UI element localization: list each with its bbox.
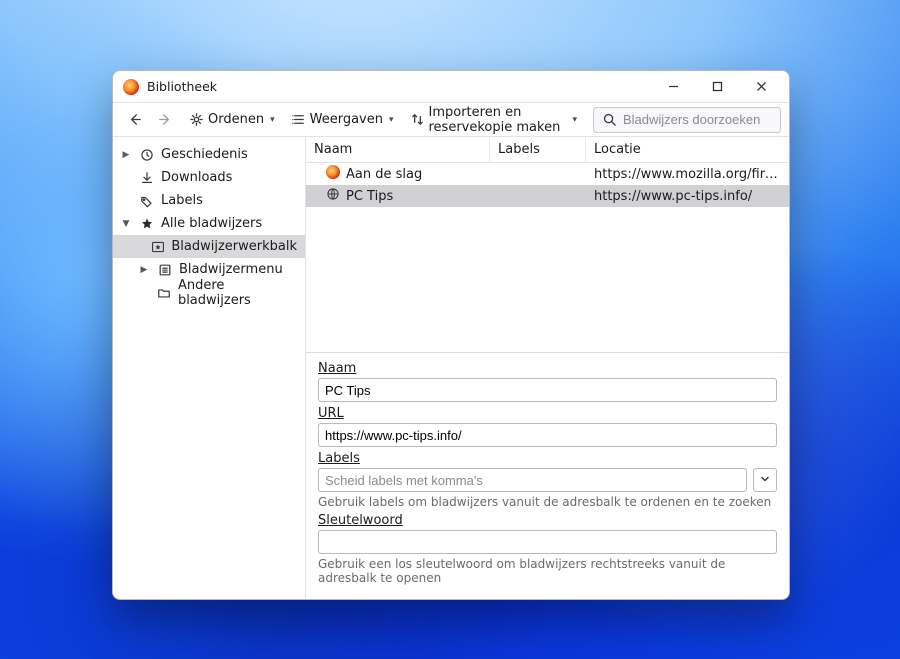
toolbar: Ordenen ▾ Weergaven ▾ Importeren en rese… xyxy=(113,103,789,137)
chevron-down-icon: ▼ xyxy=(119,219,133,229)
sidebar-label: Labels xyxy=(161,193,203,208)
sidebar-label: Andere bladwijzers xyxy=(178,278,297,308)
organize-button[interactable]: Ordenen ▾ xyxy=(183,107,281,133)
firefox-icon xyxy=(326,165,340,183)
library-window: Bibliotheek Ordenen ▾ Weergaven ▾ xyxy=(112,70,790,600)
chevron-down-icon xyxy=(760,473,770,488)
download-icon xyxy=(139,171,155,185)
name-label: Naam xyxy=(318,361,777,376)
arrow-right-icon xyxy=(158,112,173,127)
menu-list-icon xyxy=(157,263,173,277)
chevron-down-icon: ▾ xyxy=(270,115,275,125)
organize-label: Ordenen xyxy=(208,112,264,127)
sidebar-item-other-bookmarks[interactable]: Andere bladwijzers xyxy=(113,281,305,304)
column-headers: Naam Labels Locatie xyxy=(306,137,789,163)
table-row[interactable]: PC Tips https://www.pc-tips.info/ xyxy=(306,185,789,207)
sidebar-item-downloads[interactable]: Downloads xyxy=(113,166,305,189)
star-outline-icon xyxy=(151,240,165,254)
desktop-wallpaper: Bibliotheek Ordenen ▾ Weergaven ▾ xyxy=(0,0,900,659)
main-panel: Naam Labels Locatie Aan de slag https://… xyxy=(305,137,789,599)
column-location[interactable]: Locatie xyxy=(586,137,789,162)
sidebar-item-labels[interactable]: Labels xyxy=(113,189,305,212)
search-icon xyxy=(602,112,617,127)
forward-button[interactable] xyxy=(152,107,179,133)
search-input[interactable] xyxy=(623,112,772,127)
labels-hint: Gebruik labels om bladwijzers vanuit de … xyxy=(318,495,777,509)
views-button[interactable]: Weergaven ▾ xyxy=(285,107,400,133)
row-location: https://www.pc-tips.info/ xyxy=(586,189,789,204)
column-labels[interactable]: Labels xyxy=(490,137,586,162)
maximize-button[interactable] xyxy=(695,72,739,102)
labels-field[interactable] xyxy=(318,468,747,492)
url-field[interactable] xyxy=(318,423,777,447)
folder-icon xyxy=(157,286,172,300)
bookmark-list: Aan de slag https://www.mozilla.org/fire… xyxy=(306,163,789,207)
sidebar-label: Bladwijzerwerkbalk xyxy=(171,239,297,254)
star-icon xyxy=(139,217,155,231)
sidebar-item-all-bookmarks[interactable]: ▼ Alle bladwijzers xyxy=(113,212,305,235)
list-empty-area xyxy=(306,207,789,352)
sidebar: ▶ Geschiedenis Downloads Labels ▼ xyxy=(113,137,305,599)
labels-label: Labels xyxy=(318,451,777,466)
clock-icon xyxy=(139,148,155,162)
arrow-left-icon xyxy=(127,112,142,127)
views-label: Weergaven xyxy=(310,112,383,127)
import-export-button[interactable]: Importeren en reservekopie maken ▾ xyxy=(404,107,584,133)
back-button[interactable] xyxy=(121,107,148,133)
close-button[interactable] xyxy=(739,72,783,102)
sidebar-label: Downloads xyxy=(161,170,232,185)
import-export-label: Importeren en reservekopie maken xyxy=(429,105,567,135)
sidebar-item-history[interactable]: ▶ Geschiedenis xyxy=(113,143,305,166)
sidebar-label: Alle bladwijzers xyxy=(161,216,262,231)
search-box[interactable] xyxy=(593,107,781,133)
chevron-right-icon: ▶ xyxy=(119,150,133,160)
row-name: PC Tips xyxy=(346,189,393,204)
keyword-field[interactable] xyxy=(318,530,777,554)
minimize-button[interactable] xyxy=(651,72,695,102)
tag-icon xyxy=(139,194,155,208)
gear-icon xyxy=(189,112,204,127)
sidebar-label: Bladwijzermenu xyxy=(179,262,283,277)
window-title: Bibliotheek xyxy=(147,79,217,94)
list-icon xyxy=(291,112,306,127)
import-export-icon xyxy=(410,112,425,127)
sidebar-label: Geschiedenis xyxy=(161,147,248,162)
row-location: https://www.mozilla.org/firefox/cen… xyxy=(586,167,789,182)
chevron-down-icon: ▾ xyxy=(389,115,394,125)
chevron-right-icon: ▶ xyxy=(137,265,151,275)
titlebar: Bibliotheek xyxy=(113,71,789,103)
name-field[interactable] xyxy=(318,378,777,402)
labels-dropdown-button[interactable] xyxy=(753,468,777,492)
firefox-icon xyxy=(123,79,139,95)
chevron-down-icon: ▾ xyxy=(572,115,577,125)
keyword-label: Sleutelwoord xyxy=(318,513,777,528)
sidebar-item-bookmark-toolbar[interactable]: Bladwijzerwerkbalk xyxy=(113,235,305,258)
column-name[interactable]: Naam xyxy=(306,137,490,162)
details-panel: Naam URL Labels xyxy=(306,352,789,599)
url-label: URL xyxy=(318,406,777,421)
keyword-hint: Gebruik een los sleutelwoord om bladwijz… xyxy=(318,557,777,585)
row-name: Aan de slag xyxy=(346,167,422,182)
table-row[interactable]: Aan de slag https://www.mozilla.org/fire… xyxy=(306,163,789,185)
globe-icon xyxy=(326,187,340,205)
